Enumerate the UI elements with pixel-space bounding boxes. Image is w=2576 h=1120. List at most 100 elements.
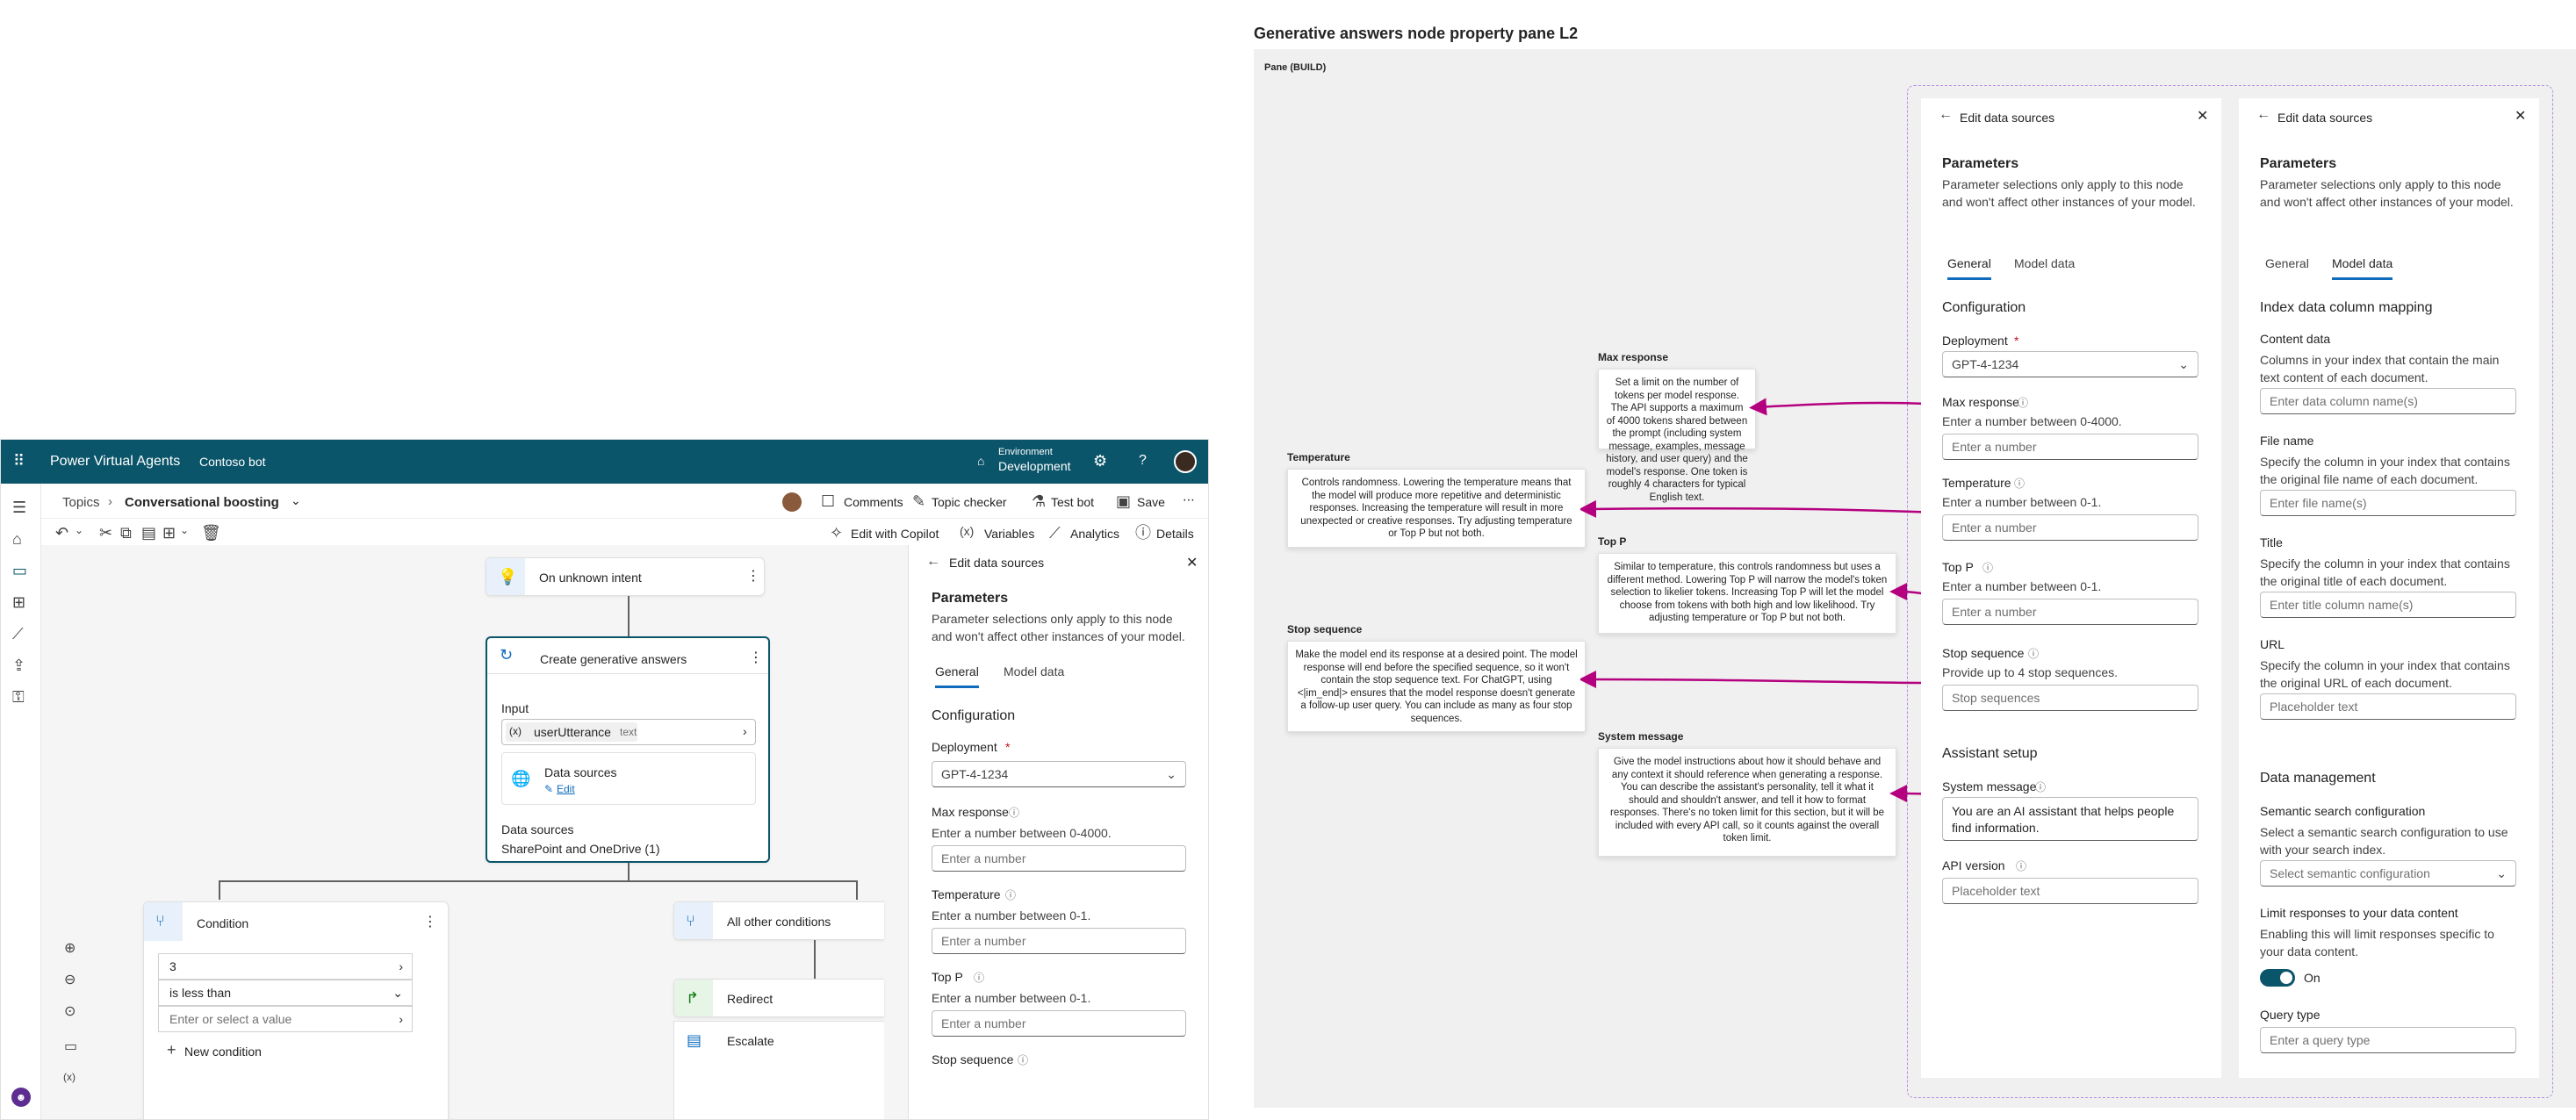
parameters-title: Parameters [2260,156,2337,171]
branch-icon: ⑂ [155,912,165,930]
environment-value[interactable]: Development [998,459,1071,473]
publish-icon[interactable]: ⇪ [12,657,25,673]
more-icon[interactable]: ⋮ [423,913,437,930]
info-icon[interactable]: ⓘ [1005,887,1016,902]
system-message-input[interactable]: You are an AI assistant that helps peopl… [1942,797,2198,841]
insert-icon[interactable]: ⊞ [162,525,176,541]
top-p-label: Top P [1942,560,1974,574]
cut-icon[interactable]: ✂ [99,525,112,541]
undo-icon[interactable]: ↶ [55,525,68,541]
edit-link[interactable]: Edit [557,783,575,795]
edit-copilot-button[interactable]: Edit with Copilot [851,527,939,541]
help-icon[interactable]: ? [1139,453,1147,469]
close-icon[interactable]: ✕ [1186,554,1198,571]
breadcrumb-root[interactable]: Topics [62,495,100,510]
stop-sequence-input[interactable]: Stop sequences [1942,685,2198,711]
close-icon[interactable]: ✕ [2197,107,2208,125]
file-name-input[interactable]: Enter file name(s) [2260,490,2516,516]
api-version-input[interactable]: Placeholder text [1942,878,2198,904]
top-p-input[interactable]: Enter a number [932,1010,1186,1037]
breadcrumb-current[interactable]: Conversational boosting [125,495,279,510]
info-icon[interactable]: ⓘ [1982,560,1993,575]
other-conditions-node[interactable]: ⑂ All other conditions [673,901,884,940]
menu-icon[interactable]: ☰ [12,499,26,515]
tab-model-data[interactable]: Model data [2014,256,2075,270]
escalate-node[interactable]: ▤ Escalate [673,1021,884,1119]
new-condition-button[interactable]: New condition [184,1045,262,1059]
max-response-input[interactable]: Enter a number [932,845,1186,872]
analytics-nav-icon[interactable]: ⟋ [12,626,24,642]
bot-name[interactable]: Contoso bot [199,455,266,469]
paste-icon[interactable]: ▤ [141,525,156,541]
input-field[interactable]: (x) userUtterance text › [501,719,756,745]
info-icon[interactable]: ⓘ [1009,805,1019,820]
info-icon[interactable]: ⓘ [2014,476,2025,491]
chevron-down-icon[interactable]: ⌄ [180,525,189,535]
zoom-in-icon[interactable]: ⊕ [64,942,76,956]
title-input[interactable]: Enter title column name(s) [2260,592,2516,618]
entities-icon[interactable]: ⊞ [12,594,25,610]
back-arrow-icon[interactable]: ← [1939,107,1953,123]
more-icon[interactable]: ⋯ [1183,492,1195,507]
temperature-input[interactable]: Enter a number [1942,514,2198,541]
avatar[interactable] [1174,450,1197,473]
details-button[interactable]: Details [1156,527,1194,541]
back-arrow-icon[interactable]: ← [926,554,940,570]
minimap-icon[interactable]: ▭ [64,1040,77,1054]
data-sources-card[interactable]: 🌐 Data sources ✎ Edit [501,752,756,805]
variables-icon[interactable]: (x) [63,1072,76,1082]
delete-icon[interactable]: 🗑 [201,525,221,541]
tab-model-data[interactable]: Model data [2332,256,2393,280]
app-launcher-icon[interactable]: ⠿ [13,452,25,470]
comments-button[interactable]: Comments [844,495,903,509]
info-icon[interactable]: ⓘ [2016,858,2026,873]
settings-icon[interactable]: ⚙ [1093,452,1107,470]
save-button[interactable]: Save [1137,495,1165,509]
deployment-select[interactable]: GPT-4-1234 ⌄ [932,761,1186,787]
topics-icon[interactable]: ▭ [12,563,27,578]
tab-general[interactable]: General [2265,256,2309,270]
more-icon[interactable]: ⋮ [749,649,763,666]
variables-button[interactable]: Variables [984,527,1034,541]
zoom-out-icon[interactable]: ⊖ [64,973,76,987]
limit-toggle[interactable] [2260,969,2295,987]
condition-compare-field[interactable]: Enter or select a value › [158,1006,413,1032]
back-arrow-icon[interactable]: ← [2256,107,2270,123]
generative-answers-node[interactable]: ↻ Create generative answers ⋮ Input (x) … [486,636,770,863]
analytics-button[interactable]: Analytics [1070,527,1119,541]
settings-nav-icon[interactable]: ⚿ [12,689,25,705]
temperature-input[interactable]: Enter a number [932,928,1186,954]
topic-checker-button[interactable]: Topic checker [932,495,1007,509]
info-icon[interactable]: ⓘ [2018,395,2028,410]
test-bot-button[interactable]: Test bot [1051,495,1094,509]
url-input[interactable]: Placeholder text [2260,693,2516,720]
copy-icon[interactable]: ⧉ [120,525,132,541]
trigger-node[interactable]: 💡 On unknown intent ⋮ [486,557,765,596]
condition-value-field[interactable]: 3 › [158,953,413,980]
condition-node[interactable]: ⑂ Condition ⋮ 3 › is less than ⌄ Enter or … [143,901,449,1119]
home-icon[interactable]: ⌂ [12,531,22,547]
content-data-input[interactable]: Enter data column name(s) [2260,388,2516,414]
semantic-select[interactable]: Select semantic configuration ⌄ [2260,860,2516,887]
tab-general[interactable]: General [935,664,979,688]
callout-temperature: Controls randomness. Lowering the temper… [1287,469,1586,548]
info-icon[interactable]: ⓘ [974,970,984,985]
fit-view-icon[interactable]: ⊙ [64,1005,76,1019]
redirect-node[interactable]: ↱ Redirect [673,979,884,1017]
chevron-down-icon[interactable]: ⌄ [291,493,301,508]
info-icon[interactable]: ⓘ [2028,646,2039,661]
condition-operator-select[interactable]: is less than ⌄ [158,980,413,1006]
max-response-input[interactable]: Enter a number [1942,434,2198,460]
tab-model-data[interactable]: Model data [1004,664,1064,678]
more-icon[interactable]: ⋮ [746,567,760,585]
info-icon[interactable]: ⓘ [1018,1052,1028,1067]
tab-general[interactable]: General [1947,256,1991,280]
checker-icon: ✎ [912,492,926,510]
info-icon[interactable]: ⓘ [2035,779,2046,794]
deployment-select[interactable]: GPT-4-1234 ⌄ [1942,351,2198,377]
chevron-down-icon[interactable]: ⌄ [75,525,83,535]
close-icon[interactable]: ✕ [2515,107,2526,125]
top-p-input[interactable]: Enter a number [1942,599,2198,625]
bot-icon[interactable]: ☻ [11,1088,31,1107]
query-type-input[interactable]: Enter a query type [2260,1027,2516,1053]
